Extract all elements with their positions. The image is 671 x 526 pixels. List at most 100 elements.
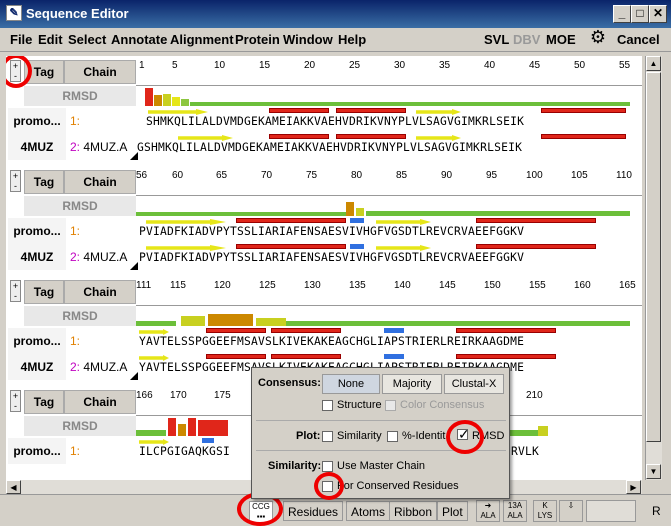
pct-identity-label: %-Identit bbox=[402, 430, 446, 442]
chain-marker-icon bbox=[130, 152, 138, 160]
rmsd-label: RMSD bbox=[24, 86, 136, 106]
sequence-residues[interactable]: ILCPGIGAQKGSI bbox=[139, 445, 230, 458]
ruler-tick: 56 bbox=[136, 170, 148, 181]
use-master-chain-checkbox[interactable] bbox=[322, 461, 333, 472]
row-tag: promo... bbox=[8, 108, 66, 134]
ala13-icon[interactable]: 13A ALA bbox=[503, 500, 527, 522]
rmsd-bar bbox=[136, 430, 166, 436]
consensus-label: Consensus: bbox=[258, 377, 321, 389]
close-button[interactable]: ✕ bbox=[649, 5, 667, 23]
alpha-helix bbox=[269, 108, 329, 113]
ruler-tick: 166 bbox=[136, 390, 153, 401]
menu-select[interactable]: Select bbox=[68, 32, 106, 47]
residue-ruler: 1 5 10 15 20 25 30 35 40 45 50 55 bbox=[136, 58, 642, 86]
ruler-tick: 10 bbox=[214, 60, 226, 71]
rmsd-bar bbox=[172, 97, 180, 106]
ruler-tick: 160 bbox=[574, 280, 591, 291]
ruler-tick: 45 bbox=[529, 60, 541, 71]
similarity-section-label: Similarity: bbox=[268, 460, 322, 472]
lys-icon[interactable]: K LYS bbox=[533, 500, 557, 522]
rmsd-bars bbox=[136, 86, 642, 106]
expand-collapse-toggle[interactable]: + - bbox=[10, 170, 21, 192]
scroll-up-icon[interactable]: ▲ bbox=[646, 56, 661, 71]
similarity-label: Similarity bbox=[337, 430, 382, 442]
consensus-none-button[interactable]: None bbox=[322, 374, 380, 394]
consensus-clustalx-button[interactable]: Clustal-X bbox=[444, 374, 504, 394]
ruler-tick: 130 bbox=[304, 280, 321, 291]
sequence-residues[interactable]: YAVTELSSPGGEEFMSAVSLKIVEKAKEAGCHGLIAPSTR… bbox=[139, 335, 524, 348]
scroll-left-icon[interactable]: ◀ bbox=[6, 480, 21, 494]
menu-file[interactable]: File bbox=[10, 32, 32, 47]
gear-icon[interactable]: ⚙ bbox=[588, 27, 608, 47]
rmsd-bar bbox=[181, 99, 189, 106]
tag-column-header[interactable]: Tag bbox=[24, 390, 64, 414]
chain-column-header[interactable]: Chain bbox=[64, 170, 136, 194]
ruler-tick: 5 bbox=[172, 60, 178, 71]
row-tag: 4MUZ bbox=[8, 354, 66, 380]
r-label: R bbox=[652, 504, 661, 518]
chain-column-header[interactable]: Chain bbox=[64, 60, 136, 84]
atoms-button[interactable]: Atoms bbox=[346, 501, 391, 521]
status-field bbox=[586, 500, 636, 522]
row-tag: promo... bbox=[8, 328, 66, 354]
row-tag: 4MUZ bbox=[8, 134, 66, 160]
pct-identity-checkbox[interactable] bbox=[387, 431, 398, 442]
chain-row[interactable]: promo... 1: YAVTELSSPGGEEFMSAVSLKIVEKAKE… bbox=[6, 328, 642, 354]
sequence-residues[interactable]: PVIADFKIADVPYTSSLIARIAFENSAESVIVHGFVGSDT… bbox=[139, 225, 524, 238]
plot-button[interactable]: Plot bbox=[437, 501, 468, 521]
menu-window[interactable]: Window bbox=[283, 32, 333, 47]
consensus-majority-button[interactable]: Majority bbox=[382, 374, 442, 394]
alpha-helix bbox=[476, 218, 596, 223]
sequence-residues-tail[interactable]: RVLK bbox=[511, 445, 539, 458]
expand-collapse-toggle[interactable]: + - bbox=[10, 390, 21, 412]
rmsd-bar bbox=[286, 321, 630, 326]
moe-button[interactable]: MOE bbox=[546, 32, 576, 47]
ruler-tick: 90 bbox=[441, 170, 453, 181]
use-master-chain-label: Use Master Chain bbox=[337, 460, 426, 472]
rmsd-bars bbox=[136, 306, 642, 326]
expand-collapse-toggle[interactable]: + - bbox=[10, 280, 21, 302]
conserved-residues-label: For Conserved Residues bbox=[337, 480, 459, 492]
sequence-residues[interactable]: SHMKQLILALDVMDGEKAMEIAKKVAEHVDRIKVNYPLVL… bbox=[146, 115, 524, 128]
rmsd-bar bbox=[188, 418, 196, 436]
minimize-button[interactable]: _ bbox=[613, 5, 631, 23]
ruler-tick: 50 bbox=[574, 60, 586, 71]
menu-edit[interactable]: Edit bbox=[38, 32, 63, 47]
chain-row[interactable]: promo... 1: PVIADFKIADVPYTSSLIARIAFENSAE… bbox=[6, 218, 642, 244]
chain-column-header[interactable]: Chain bbox=[64, 390, 136, 414]
color-consensus-label: Color Consensus bbox=[400, 399, 485, 411]
download-icon[interactable]: ⇩ bbox=[559, 500, 583, 522]
maximize-button[interactable]: □ bbox=[631, 5, 649, 23]
chain-column-header[interactable]: Chain bbox=[64, 280, 136, 304]
menu-alignment[interactable]: Alignment bbox=[170, 32, 234, 47]
similarity-checkbox[interactable] bbox=[322, 431, 333, 442]
chain-row[interactable]: promo... 1: SHMKQLILALDVMDGEKAMEIAKKVAEH… bbox=[6, 108, 642, 134]
menu-help[interactable]: Help bbox=[338, 32, 366, 47]
ruler-tick: 111 bbox=[136, 280, 152, 291]
cancel-button[interactable]: Cancel bbox=[617, 32, 660, 47]
rmsd-bar bbox=[136, 321, 176, 326]
app-icon: ✎ bbox=[6, 5, 22, 21]
turn-marker bbox=[350, 244, 364, 249]
menu-annotate[interactable]: Annotate bbox=[111, 32, 167, 47]
ruler-tick: 70 bbox=[261, 170, 273, 181]
scroll-down-icon[interactable]: ▼ bbox=[646, 464, 661, 479]
ruler-tick: 80 bbox=[351, 170, 363, 181]
svl-button[interactable]: SVL bbox=[484, 32, 509, 47]
structure-checkbox[interactable] bbox=[322, 400, 333, 411]
chain-row[interactable]: 4MUZ 2: 4MUZ.A PVIADFKIADVPYTSSLIARIAFEN… bbox=[6, 244, 642, 270]
scroll-right-icon[interactable]: ▶ bbox=[626, 480, 641, 494]
chain-row[interactable]: 4MUZ 2: 4MUZ.A GSHMKQLILALDVMDGEKAMEIAKK… bbox=[6, 134, 642, 160]
alpha-helix bbox=[269, 134, 329, 139]
ruler-tick: 100 bbox=[526, 170, 543, 181]
tag-column-header[interactable]: Tag bbox=[24, 170, 64, 194]
ala-arrow-icon[interactable]: ➜ ALA bbox=[476, 500, 500, 522]
ribbon-button[interactable]: Ribbon bbox=[389, 501, 438, 521]
vertical-scroll-thumb[interactable] bbox=[646, 72, 661, 442]
sequence-residues[interactable]: GSHMKQLILALDVMDGEKAMEIAKKVAEHVDRIKVNYPLV… bbox=[137, 141, 522, 154]
sequence-residues[interactable]: PVIADFKIADVPYTSSLIARIAFENSAESVIVHGFVGSDT… bbox=[139, 251, 524, 264]
residues-button[interactable]: Residues bbox=[283, 501, 344, 521]
tag-column-header[interactable]: Tag bbox=[24, 280, 64, 304]
menu-protein[interactable]: Protein bbox=[235, 32, 280, 47]
window-title: Sequence Editor bbox=[26, 6, 129, 21]
